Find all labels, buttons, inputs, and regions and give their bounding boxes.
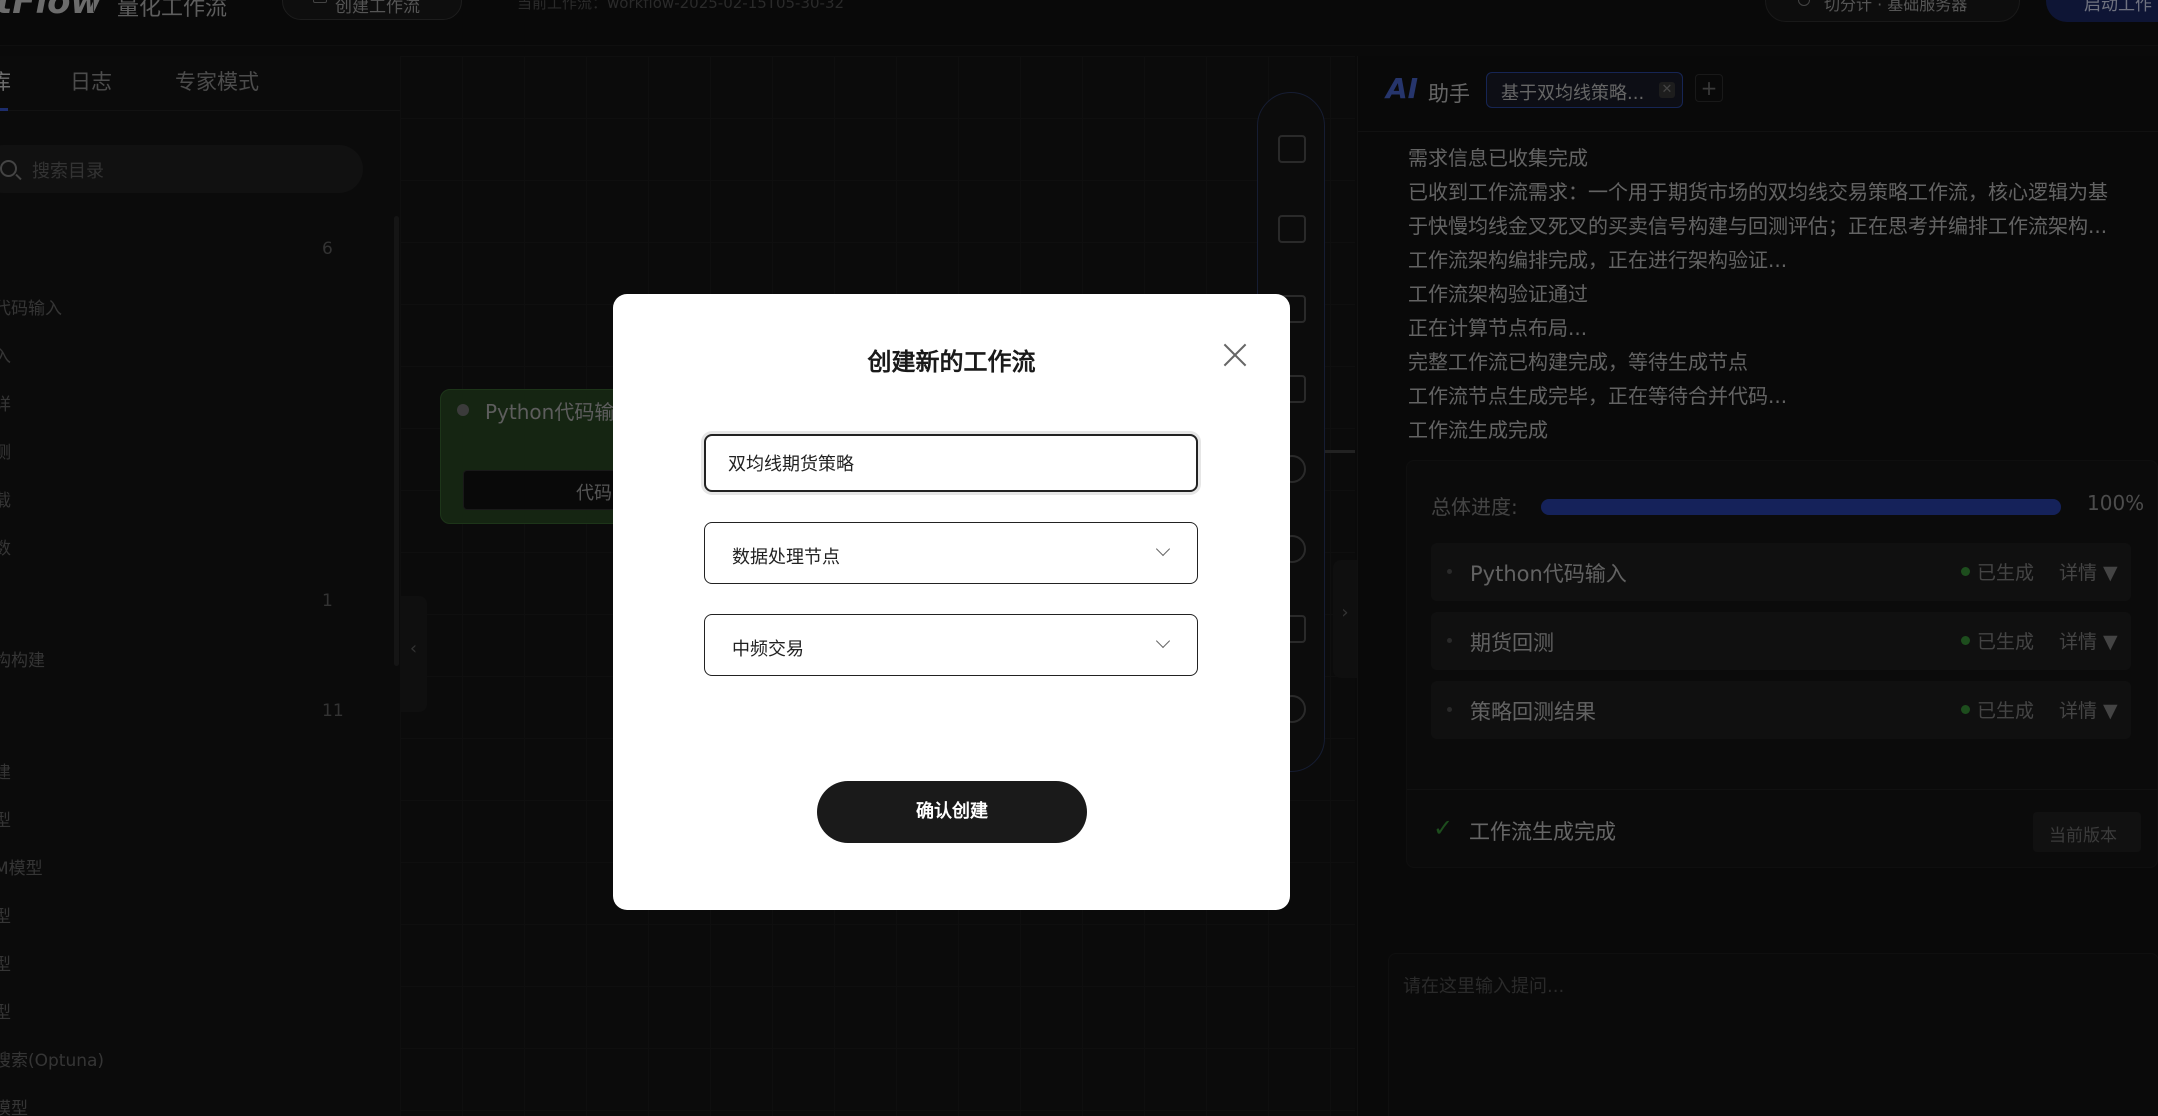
node-type-value: 数据处理节点 <box>732 547 840 568</box>
trading-frequency-select[interactable]: 中频交易 <box>704 614 1198 676</box>
create-workflow-dialog: 创建新的工作流 数据处理节点 中频交易 确认创建 <box>613 294 1290 910</box>
chevron-down-icon <box>1155 541 1171 557</box>
chevron-down-icon <box>1155 633 1171 649</box>
dialog-title: 创建新的工作流 <box>867 348 1036 376</box>
confirm-create-button[interactable]: 确认创建 <box>817 781 1087 843</box>
trading-frequency-value: 中频交易 <box>732 639 804 660</box>
close-icon[interactable] <box>1222 342 1248 368</box>
workflow-name-input[interactable] <box>704 434 1198 492</box>
node-type-select[interactable]: 数据处理节点 <box>704 522 1198 584</box>
